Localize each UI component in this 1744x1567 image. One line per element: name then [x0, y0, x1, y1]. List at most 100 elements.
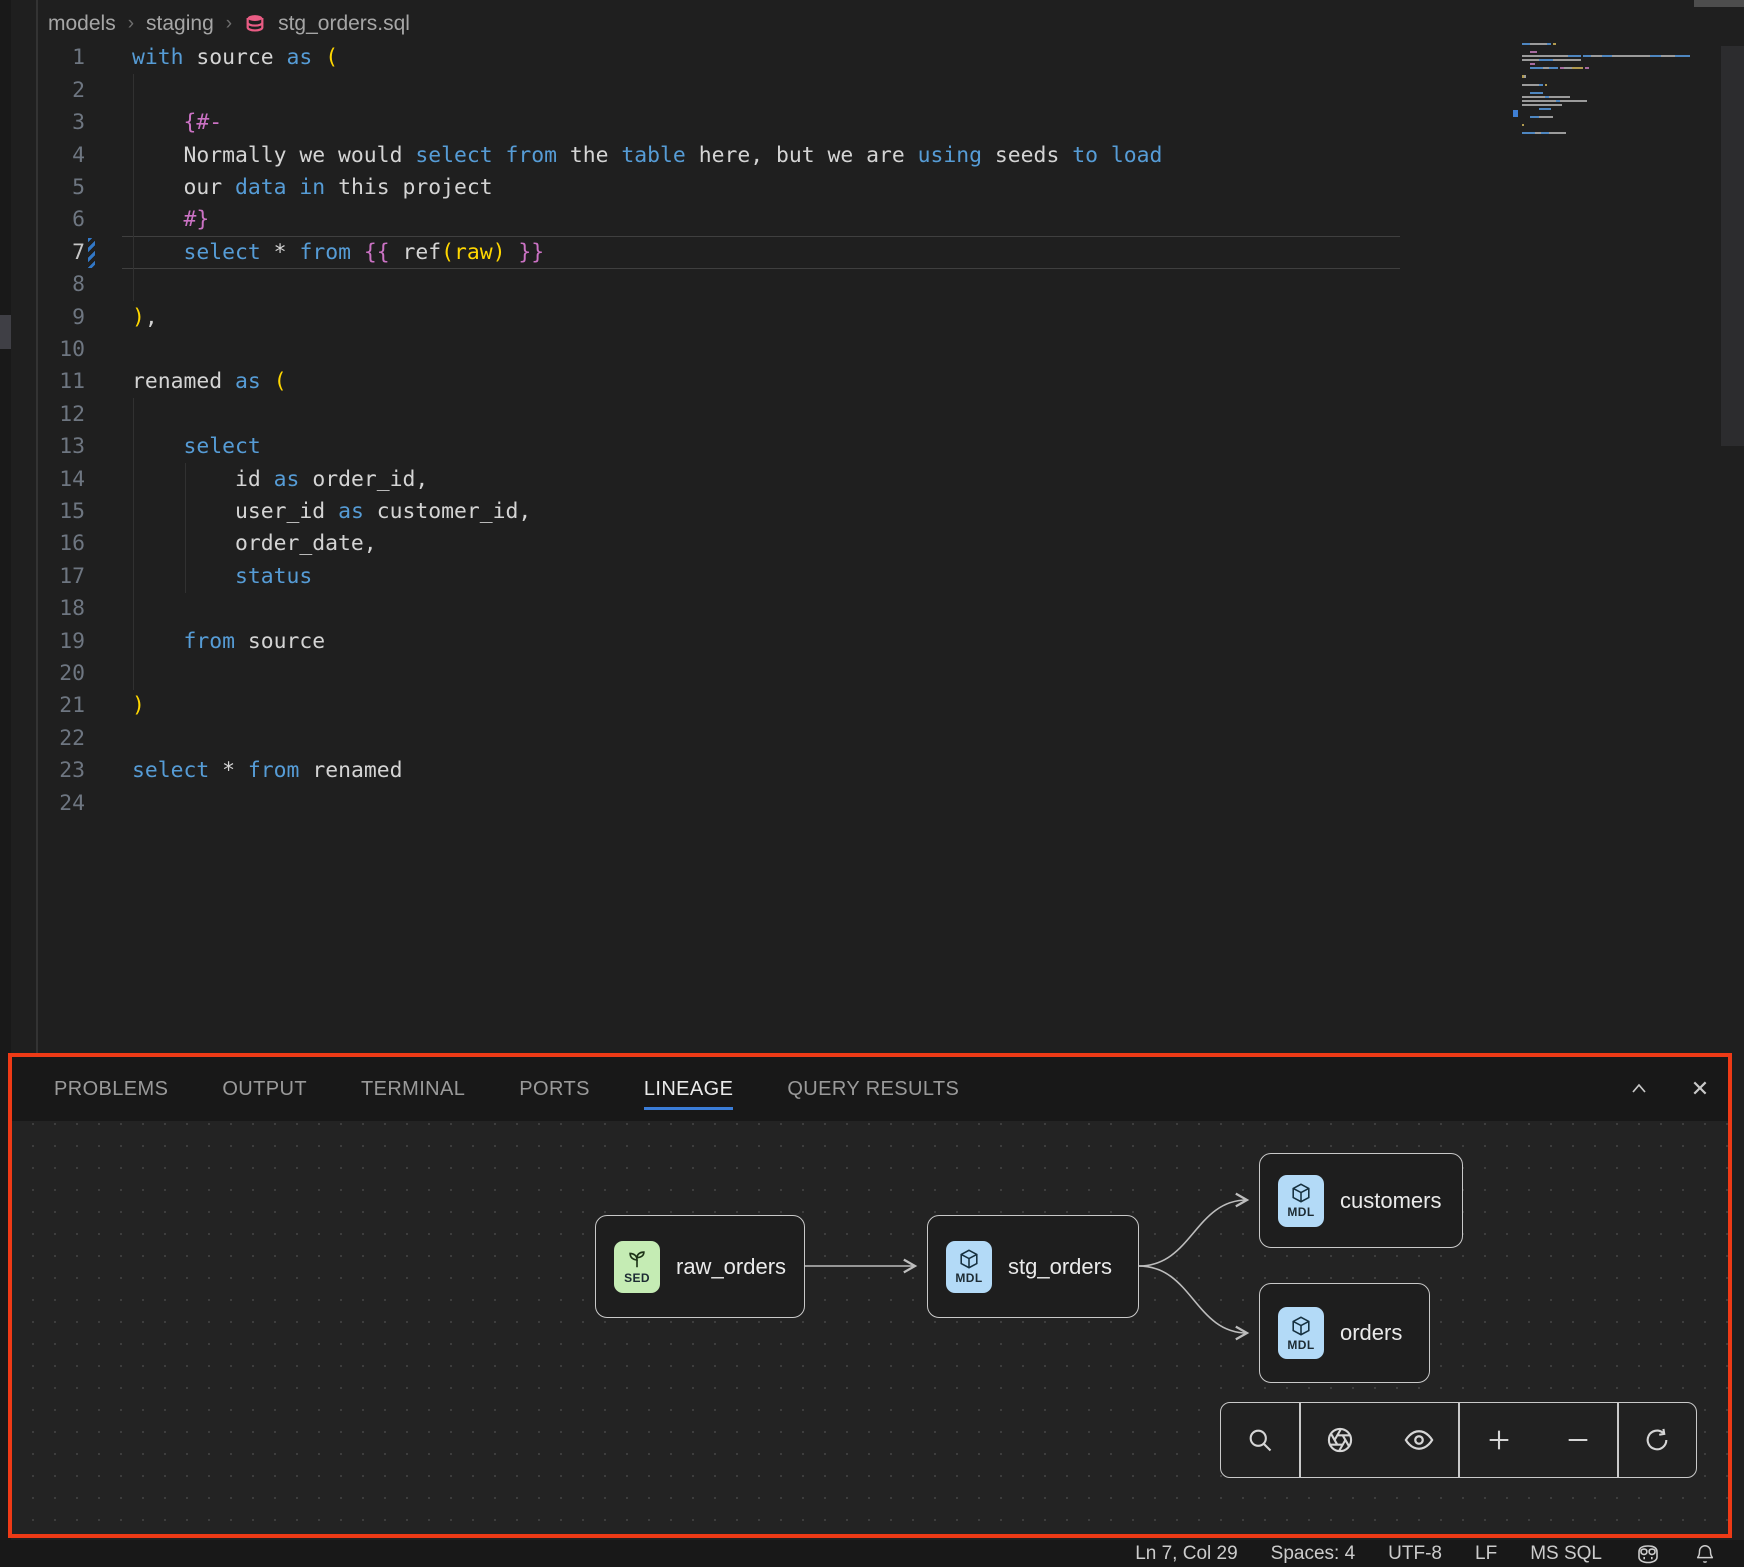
line-number[interactable]: 20: [38, 661, 85, 686]
lineage-search-button[interactable]: [1230, 1410, 1290, 1470]
line-number[interactable]: 18: [38, 596, 85, 621]
minimap-line: [1522, 108, 1551, 110]
lineage-node-customers[interactable]: MDLcustomers: [1259, 1153, 1463, 1248]
line-code: Normally we would select from the table …: [85, 143, 1162, 168]
lineage-capture-button[interactable]: [1310, 1410, 1370, 1470]
editor-line-17[interactable]: 17 status: [38, 560, 1513, 592]
lineage-node-orders[interactable]: MDLorders: [1259, 1283, 1430, 1383]
lineage-node-stg_orders[interactable]: MDLstg_orders: [927, 1215, 1139, 1318]
line-number[interactable]: 10: [38, 337, 85, 362]
lineage-toolbar: [1220, 1402, 1697, 1478]
line-number[interactable]: 1: [38, 45, 85, 70]
minimap-line: [1522, 116, 1553, 118]
editor-line-23[interactable]: 23select * from renamed: [38, 755, 1513, 787]
minimap-line: [1522, 92, 1543, 94]
copilot-status-button[interactable]: [1635, 1543, 1661, 1565]
line-number[interactable]: 7: [38, 240, 85, 265]
line-number[interactable]: 21: [38, 693, 85, 718]
editor-line-1[interactable]: 1with source as (: [38, 42, 1513, 74]
editor-line-9[interactable]: 9),: [38, 301, 1513, 333]
editor-line-20[interactable]: 20: [38, 657, 1513, 689]
line-number[interactable]: 15: [38, 499, 85, 524]
line-number[interactable]: 3: [38, 110, 85, 135]
lineage-canvas[interactable]: SEDraw_ordersMDLstg_ordersMDLcustomersMD…: [12, 1121, 1728, 1536]
tab-problems[interactable]: PROBLEMS: [54, 1057, 168, 1121]
tab-lineage[interactable]: LINEAGE: [644, 1057, 734, 1121]
line-number[interactable]: 9: [38, 305, 85, 330]
lineage-node-raw_orders[interactable]: SEDraw_orders: [595, 1215, 805, 1318]
editor-line-21[interactable]: 21): [38, 690, 1513, 722]
line-number[interactable]: 12: [38, 402, 85, 427]
line-number[interactable]: 6: [38, 207, 85, 232]
minimap-line: [1522, 59, 1581, 61]
code-editor[interactable]: 1with source as (23 {#-4 Normally we wou…: [38, 0, 1513, 1053]
editor-line-12[interactable]: 12: [38, 398, 1513, 430]
editor-line-3[interactable]: 3 {#-: [38, 107, 1513, 139]
line-code: our data in this project: [85, 175, 493, 200]
line-number[interactable]: 22: [38, 726, 85, 751]
editor-line-10[interactable]: 10: [38, 333, 1513, 365]
line-number[interactable]: 19: [38, 629, 85, 654]
lineage-refresh-button[interactable]: [1627, 1410, 1687, 1470]
vscode-window: models › staging › stg_orders.sql 1with …: [0, 0, 1744, 1567]
editor-line-22[interactable]: 22: [38, 722, 1513, 754]
lineage-visibility-button[interactable]: [1389, 1410, 1449, 1470]
line-number[interactable]: 17: [38, 564, 85, 589]
editor-line-4[interactable]: 4 Normally we would select from the tabl…: [38, 139, 1513, 171]
editor-line-15[interactable]: 15 user_id as customer_id,: [38, 495, 1513, 527]
zoom-in-button[interactable]: [1469, 1410, 1529, 1470]
status-language-mode[interactable]: MS SQL: [1530, 1543, 1602, 1565]
status-eol[interactable]: LF: [1475, 1543, 1497, 1565]
editor-line-18[interactable]: 18: [38, 593, 1513, 625]
status-encoding[interactable]: UTF-8: [1388, 1543, 1442, 1565]
minimap-line: [1522, 104, 1562, 106]
minimap-line: [1522, 96, 1570, 98]
line-number[interactable]: 11: [38, 369, 85, 394]
minimap[interactable]: [1513, 43, 1718, 153]
status-indentation[interactable]: Spaces: 4: [1271, 1543, 1356, 1565]
editor-line-7[interactable]: 7 select * from {{ ref(raw) }}: [38, 236, 1513, 268]
line-code: status: [85, 564, 312, 589]
status-bar: Ln 7, Col 29 Spaces: 4 UTF-8 LF MS SQL: [0, 1540, 1744, 1567]
panel-close-button[interactable]: ✕: [1688, 1077, 1712, 1101]
line-number[interactable]: 2: [38, 78, 85, 103]
line-number[interactable]: 16: [38, 531, 85, 556]
line-code: #}: [85, 207, 209, 232]
tab-ports[interactable]: PORTS: [519, 1057, 590, 1121]
panel-maximize-button[interactable]: [1627, 1077, 1651, 1101]
minimap-line: [1522, 63, 1535, 65]
editor-line-16[interactable]: 16 order_date,: [38, 528, 1513, 560]
status-cursor-position[interactable]: Ln 7, Col 29: [1135, 1543, 1237, 1565]
zoom-out-icon: [1564, 1426, 1592, 1454]
line-number[interactable]: 8: [38, 272, 85, 297]
editor-line-6[interactable]: 6 #}: [38, 204, 1513, 236]
zoom-out-button[interactable]: [1548, 1410, 1608, 1470]
editor-line-13[interactable]: 13 select: [38, 431, 1513, 463]
editor-scrollbar[interactable]: [1721, 46, 1744, 446]
line-number[interactable]: 13: [38, 434, 85, 459]
line-number[interactable]: 14: [38, 467, 85, 492]
top-scrollbar-fragment: [1694, 0, 1744, 7]
line-code: user_id as customer_id,: [85, 499, 531, 524]
editor-line-19[interactable]: 19 from source: [38, 625, 1513, 657]
sidebar-drag-handle[interactable]: [0, 315, 11, 349]
editor-line-24[interactable]: 24: [38, 787, 1513, 819]
model-badge: MDL: [1278, 1175, 1324, 1227]
notifications-button[interactable]: [1694, 1543, 1716, 1565]
model-badge: MDL: [946, 1241, 992, 1293]
tab-output[interactable]: OUTPUT: [222, 1057, 307, 1121]
copilot-icon: [1635, 1543, 1661, 1565]
line-number[interactable]: 4: [38, 143, 85, 168]
editor-line-14[interactable]: 14 id as order_id,: [38, 463, 1513, 495]
line-number[interactable]: 24: [38, 791, 85, 816]
tab-terminal[interactable]: TERMINAL: [361, 1057, 465, 1121]
editor-line-2[interactable]: 2: [38, 74, 1513, 106]
editor-line-8[interactable]: 8: [38, 269, 1513, 301]
tab-query-results[interactable]: QUERY RESULTS: [787, 1057, 959, 1121]
line-number[interactable]: 23: [38, 758, 85, 783]
minimap-line: [1522, 55, 1690, 57]
line-number[interactable]: 5: [38, 175, 85, 200]
editor-line-11[interactable]: 11renamed as (: [38, 366, 1513, 398]
badge-label: MDL: [1287, 1338, 1314, 1352]
editor-line-5[interactable]: 5 our data in this project: [38, 171, 1513, 203]
